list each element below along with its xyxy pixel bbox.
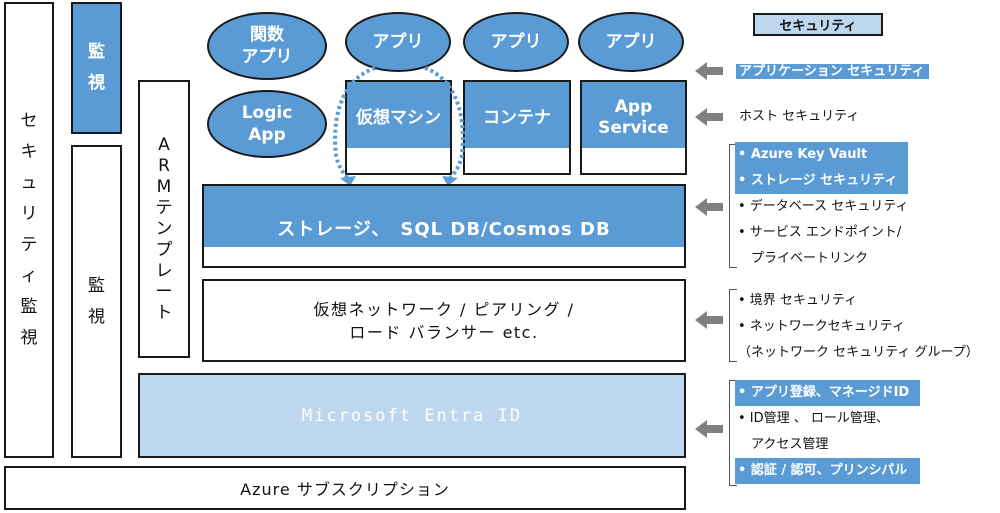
dotted-arrow-left [333,66,376,180]
container-tile: コンテナ [463,80,571,175]
arm-template-char: プ [155,240,173,260]
entra-id-layer: Microsoft Entra ID [138,373,686,458]
arrow-left-icon-network [695,311,723,329]
app-service-tile: App Service [580,80,687,175]
storage-security-item-text: • データベース セキュリティ [738,199,909,214]
identity-security-item-text: • アプリ登録、マネージドID [735,380,921,406]
network-security-item: • ネットワークセキュリティ [735,314,983,340]
monitoring-bottom-char: 視 [88,306,105,327]
security-monitoring-char: キ [20,142,38,162]
host-security-label: ホスト セキュリティ [736,104,863,130]
storage-security-item: • ストレージ セキュリティ [735,168,913,194]
app-security-text: アプリケーション セキュリティ [736,64,929,79]
arm-template-char: ト [155,303,173,323]
app-ellipse-container: アプリ [463,12,569,72]
identity-security-item: • ID管理 、 ロール管理、 [735,406,920,432]
security-monitoring-char: 視 [20,328,38,348]
function-app-ellipse: 関数 アプリ [207,12,327,80]
monitoring-top-char: 視 [88,73,105,93]
storage-security-item-text: • ストレージ セキュリティ [735,168,909,194]
container-label: コンテナ [465,82,569,148]
app-security-label: アプリケーション セキュリティ [736,59,929,85]
storage-security-list: • Azure Key Vault • ストレージ セキュリティ • データベース … [735,142,913,272]
logic-app-ellipse: Logic App [207,90,327,158]
arrow-left-icon-host [695,108,723,126]
arrow-left-icon-app [695,62,723,80]
identity-security-item: • 認証 / 認可、プリンシパル [735,458,921,484]
storage-security-item: • データベース セキュリティ [735,194,913,220]
network-security-item: （ネットワーク セキュリティ グループ） [735,340,983,366]
app-service-label: App Service [582,82,685,148]
arm-template-char: M [156,177,172,197]
app-ellipse-app-service: アプリ [578,12,684,72]
arm-template-char: ー [155,282,173,302]
arrow-left-icon-identity [695,420,723,438]
network-security-item-text: • ネットワークセキュリティ [738,319,906,334]
arrow-left-icon-storage [695,198,723,216]
storage-security-item: • Azure Key Vault [735,142,913,168]
identity-security-item: アクセス管理 [735,432,920,458]
network-security-item: • 境界 セキュリティ [735,288,983,314]
azure-subscription-layer: Azure サブスクリプション [4,466,686,510]
dotted-arrows [333,66,465,186]
network-layer: 仮想ネットワーク / ピアリング / ロード バランサー etc. [202,279,686,362]
arm-template-char: A [158,135,170,155]
arm-template-column: ARMテンプレート [138,80,190,358]
storage-layer: ストレージ、 SQL DB/Cosmos DB [202,184,686,268]
network-security-item-text: • 境界 セキュリティ [738,293,858,308]
arm-template-char: R [158,156,170,176]
arm-template-char: テ [155,198,173,218]
security-monitoring-char: リ [20,204,38,224]
security-monitoring-char: テ [20,235,38,255]
storage-security-item-text: • Azure Key Vault [735,142,909,168]
security-monitoring-char: セ [20,111,38,131]
storage-layer-label: ストレージ、 SQL DB/Cosmos DB [204,186,684,247]
security-monitoring-column: セキュリティ監視 [4,2,54,458]
network-security-item-text: （ネットワーク セキュリティ グループ） [738,345,979,360]
storage-security-item: • サービス エンドポイント/ [735,220,913,246]
host-security-text: ホスト セキュリティ [739,109,860,124]
identity-security-item-text: • 認証 / 認可、プリンシパル [735,458,921,484]
monitoring-column-bottom: 監視 [71,145,122,458]
storage-security-item: プライベートリンク [735,246,913,272]
arm-template-char: レ [155,261,173,281]
identity-security-item-text: アクセス管理 [738,437,829,452]
identity-security-item: • アプリ登録、マネージドID [735,380,921,406]
identity-security-item-text: • ID管理 、 ロール管理、 [738,411,889,426]
storage-security-item-text: • サービス エンドポイント/ [738,225,902,240]
storage-security-item-text: プライベートリンク [738,251,869,266]
security-monitoring-char: ュ [20,173,38,193]
arm-template-char: ン [155,219,173,239]
monitoring-top-char: 監 [88,42,105,62]
security-monitoring-char: ィ [20,266,38,286]
monitoring-column-top: 監視 [71,2,122,134]
security-title: セキュリティ [753,13,883,36]
dotted-arrow-right [424,66,465,180]
monitoring-bottom-char: 監 [88,275,105,296]
security-monitoring-char: 監 [20,297,38,317]
identity-security-list: • アプリ登録、マネージドID • ID管理 、 ロール管理、 アクセス管理 • 認… [735,380,921,484]
network-security-list: • 境界 セキュリティ • ネットワークセキュリティ （ネットワーク セキュリティ … [735,288,983,366]
